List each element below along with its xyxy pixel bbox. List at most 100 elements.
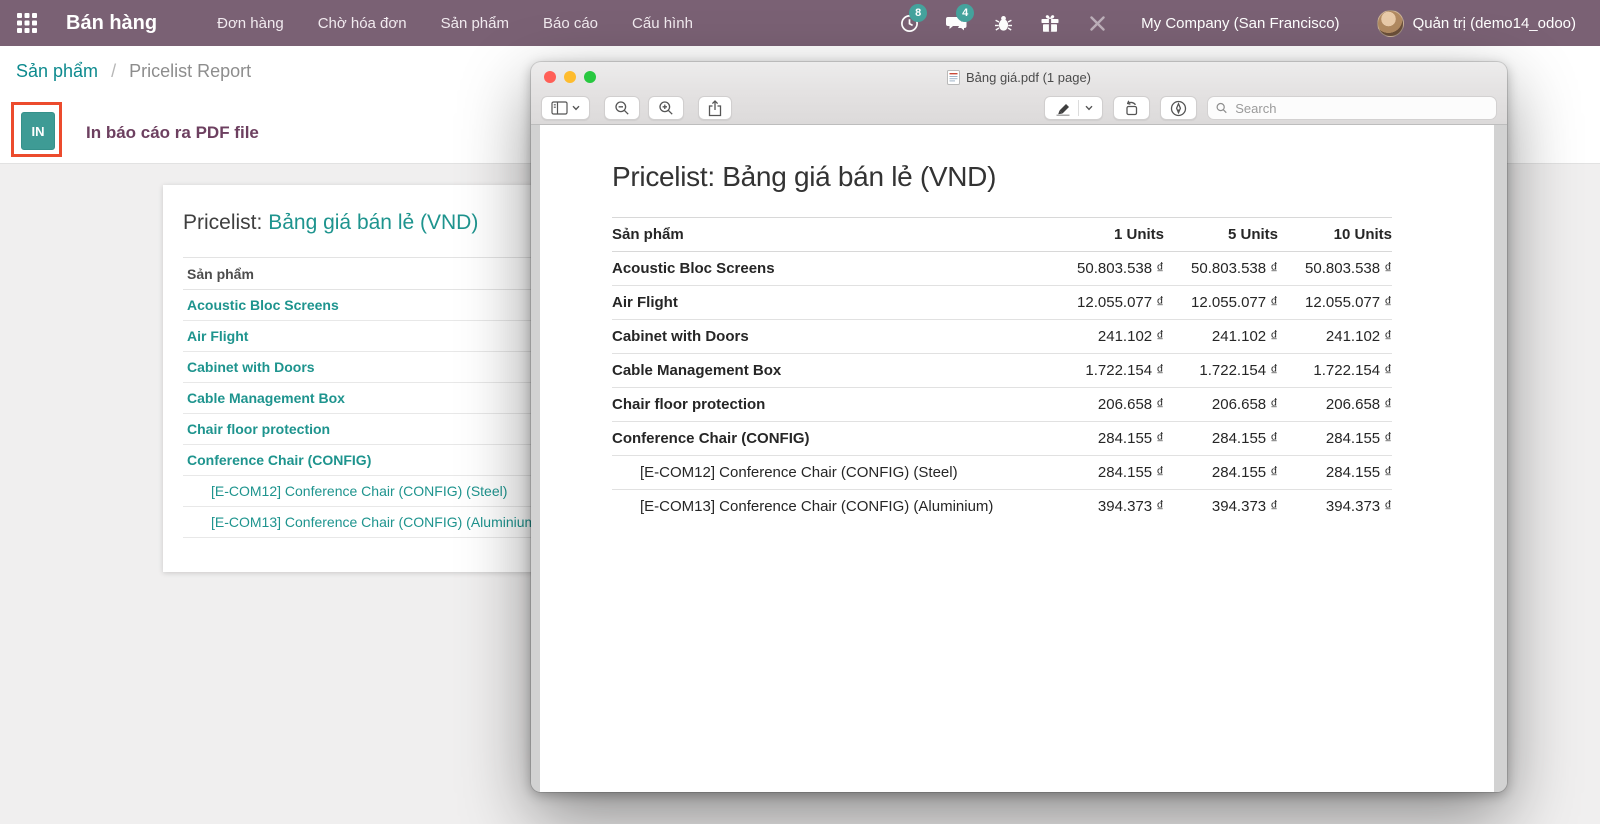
- pdf-table-header: Sản phẩm 1 Units 5 Units 10 Units: [612, 218, 1392, 252]
- report-title-prefix: Pricelist:: [183, 211, 262, 234]
- search-input[interactable]: [1233, 100, 1488, 117]
- user-menu[interactable]: Quản trị (demo14_odoo): [1371, 9, 1582, 38]
- marker-pen-icon: [1054, 101, 1072, 116]
- chevron-down-icon: [1085, 105, 1093, 111]
- messages-badge: 4: [956, 4, 974, 22]
- top-navbar: Bán hàng Đơn hàng Chờ hóa đơn Sản phẩm Báo …: [0, 0, 1600, 46]
- main-menu: Đơn hàng Chờ hóa đơn Sản phẩm Báo cáo Cấu hì…: [217, 15, 693, 32]
- minimize-window-button[interactable]: [564, 71, 576, 83]
- breadcrumb: Sản phẩm / Pricelist Report: [16, 61, 251, 82]
- traffic-lights: [544, 71, 596, 83]
- search-field: [1207, 96, 1497, 120]
- price-cell: 394.373 ₫: [1278, 490, 1392, 524]
- crossed-tools-glyph: [1088, 14, 1107, 33]
- product-name-cell: Cabinet with Doors: [612, 320, 1050, 354]
- product-name-cell: Conference Chair (CONFIG): [612, 422, 1050, 456]
- breadcrumb-current: Pricelist Report: [129, 61, 251, 81]
- apps-grid-icon[interactable]: [14, 10, 40, 36]
- bug-glyph: [994, 14, 1013, 33]
- rotate-left-icon: [1123, 100, 1140, 116]
- price-cell: 206.658 ₫: [1164, 388, 1278, 422]
- window-titlebar[interactable]: Bảng giá.pdf (1 page): [531, 62, 1507, 92]
- menu-item-configuration[interactable]: Cấu hình: [632, 15, 693, 32]
- price-cell: 206.658 ₫: [1050, 388, 1164, 422]
- price-cell: 50.803.538 ₫: [1050, 252, 1164, 286]
- breadcrumb-separator: /: [111, 61, 116, 81]
- activities-badge: 8: [909, 4, 927, 22]
- product-name-cell: Air Flight: [612, 286, 1050, 320]
- pdf-title-prefix: Pricelist:: [612, 161, 715, 192]
- activities-icon[interactable]: 8: [898, 12, 920, 34]
- breadcrumb-parent[interactable]: Sản phẩm: [16, 61, 98, 81]
- window-toolbar: [531, 92, 1507, 125]
- pdf-title-name: Bảng giá bán lẻ (VND): [722, 161, 996, 192]
- apps-grid-glyph: [16, 12, 38, 34]
- price-cell: 284.155 ₫: [1278, 456, 1392, 490]
- markup-toolbar-button[interactable]: [1160, 96, 1197, 120]
- zoom-in-button[interactable]: [648, 96, 684, 120]
- price-cell: 284.155 ₫: [1050, 456, 1164, 490]
- price-cell: 394.373 ₫: [1164, 490, 1278, 524]
- product-name-cell: Chair floor protection: [612, 388, 1050, 422]
- company-switcher[interactable]: My Company (San Francisco): [1135, 14, 1345, 33]
- price-cell: 284.155 ₫: [1278, 422, 1392, 456]
- sidebar-icon: [551, 101, 568, 115]
- zoom-in-icon: [658, 100, 674, 116]
- price-cell: 1.722.154 ₫: [1278, 354, 1392, 388]
- zoom-out-button[interactable]: [604, 96, 640, 120]
- price-cell: 12.055.077 ₫: [1278, 286, 1392, 320]
- price-cell: 394.373 ₫: [1050, 490, 1164, 524]
- price-cell: 50.803.538 ₫: [1278, 252, 1392, 286]
- column-header-product: Sản phẩm: [612, 218, 1050, 252]
- rotate-button[interactable]: [1113, 96, 1150, 120]
- report-title-pricelist-link[interactable]: Bảng giá bán lẻ (VND): [268, 211, 478, 234]
- view-menu-button[interactable]: [541, 96, 590, 120]
- price-cell: 12.055.077 ₫: [1164, 286, 1278, 320]
- pen-in-circle-icon: [1170, 100, 1187, 117]
- messages-icon[interactable]: 4: [945, 12, 967, 34]
- table-row: Air Flight12.055.077 ₫12.055.077 ₫12.055…: [612, 286, 1392, 320]
- table-row: Chair floor protection206.658 ₫206.658 ₫…: [612, 388, 1392, 422]
- window-title-text: Bảng giá.pdf (1 page): [966, 70, 1091, 85]
- price-cell: 241.102 ₫: [1164, 320, 1278, 354]
- column-header-10-units: 10 Units: [1278, 218, 1392, 252]
- price-cell: 284.155 ₫: [1164, 422, 1278, 456]
- table-row: Cable Management Box1.722.154 ₫1.722.154…: [612, 354, 1392, 388]
- table-row: Conference Chair (CONFIG)284.155 ₫284.15…: [612, 422, 1392, 456]
- column-header-1-units: 1 Units: [1050, 218, 1164, 252]
- highlight-button[interactable]: [1044, 96, 1103, 120]
- bug-icon[interactable]: [992, 12, 1014, 34]
- chevron-down-icon: [572, 105, 580, 111]
- zoom-window-button[interactable]: [584, 71, 596, 83]
- menu-item-to-invoice[interactable]: Chờ hóa đơn: [318, 15, 407, 32]
- menu-item-orders[interactable]: Đơn hàng: [217, 15, 284, 32]
- pdf-preview-window: Bảng giá.pdf (1 page): [531, 62, 1507, 792]
- menu-item-products[interactable]: Sản phẩm: [441, 15, 509, 32]
- product-name-cell: Acoustic Bloc Screens: [612, 252, 1050, 286]
- share-button[interactable]: [698, 96, 732, 120]
- pdf-report-title: Pricelist: Bảng giá bán lẻ (VND): [612, 161, 1392, 193]
- navbar-systray: 8 4: [898, 9, 1582, 38]
- user-name: Quản trị (demo14_odoo): [1413, 15, 1576, 32]
- window-title: Bảng giá.pdf (1 page): [531, 62, 1507, 92]
- zoom-out-icon: [614, 100, 630, 116]
- print-button[interactable]: IN: [21, 112, 55, 150]
- app-title[interactable]: Bán hàng: [66, 12, 157, 35]
- close-window-button[interactable]: [544, 71, 556, 83]
- product-name-cell: Cable Management Box: [612, 354, 1050, 388]
- table-row: [E-COM13] Conference Chair (CONFIG) (Alu…: [612, 490, 1392, 524]
- pdf-pricelist-table: Sản phẩm 1 Units 5 Units 10 Units Acoust…: [612, 217, 1392, 523]
- price-cell: 241.102 ₫: [1278, 320, 1392, 354]
- menu-item-reporting[interactable]: Báo cáo: [543, 15, 598, 32]
- price-cell: 284.155 ₫: [1164, 456, 1278, 490]
- gift-icon[interactable]: [1039, 12, 1061, 34]
- table-row: [E-COM12] Conference Chair (CONFIG) (Ste…: [612, 456, 1392, 490]
- tools-icon[interactable]: [1086, 12, 1108, 34]
- print-label: In báo cáo ra PDF file: [86, 123, 259, 143]
- column-header-5-units: 5 Units: [1164, 218, 1278, 252]
- price-cell: 241.102 ₫: [1050, 320, 1164, 354]
- price-cell: 284.155 ₫: [1050, 422, 1164, 456]
- avatar: [1377, 10, 1404, 37]
- product-name-cell: [E-COM13] Conference Chair (CONFIG) (Alu…: [612, 490, 1050, 524]
- pdf-document-icon: [947, 70, 960, 85]
